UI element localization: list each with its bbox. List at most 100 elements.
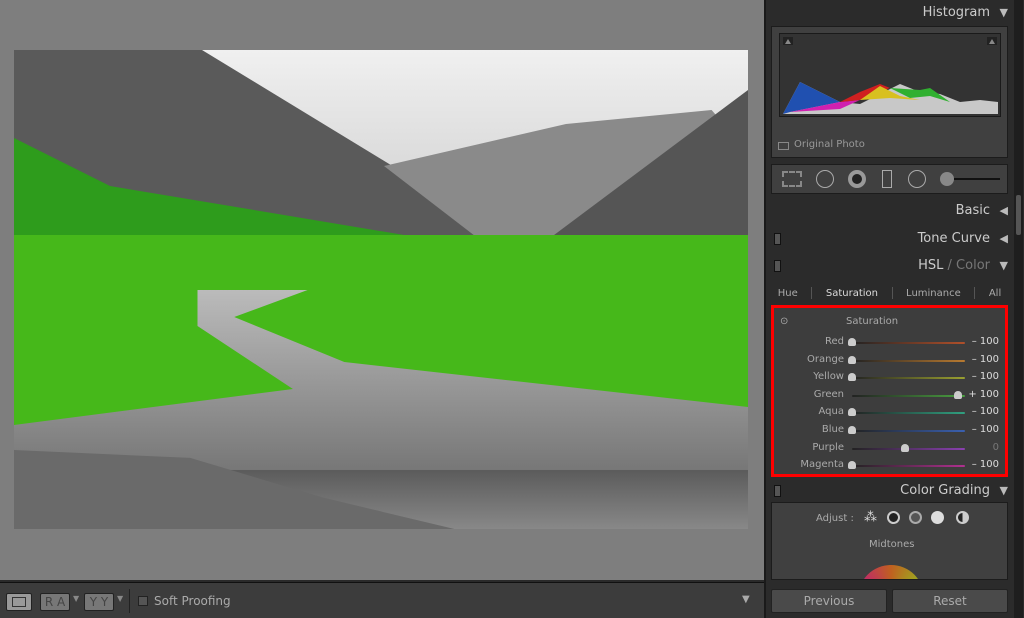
saturation-slider-yellow[interactable]: Yellow – 100 (774, 370, 1005, 386)
histogram-chart (779, 33, 1001, 117)
slider-value[interactable]: – 100 (972, 354, 999, 365)
slider-value[interactable]: 0 (993, 442, 999, 453)
brush-icon[interactable] (940, 172, 954, 186)
target-adjust-icon[interactable]: ⊙ (780, 316, 788, 327)
tab-all[interactable]: All (989, 288, 1001, 299)
tone-curve-panel-header[interactable]: Tone Curve ◀ (770, 228, 1012, 250)
photo (14, 50, 748, 529)
slider-track[interactable] (852, 377, 965, 380)
original-photo-label: Original Photo (794, 139, 865, 150)
radial-filter-icon[interactable] (908, 170, 926, 188)
bottom-toolbar: R A ▼ Y Y ▼ Soft Proofing ▼ (0, 582, 764, 618)
collapse-icon: ▼ (999, 259, 1008, 272)
midtones-label: Midtones (869, 539, 915, 550)
before-after-yy-button[interactable]: Y Y (84, 593, 114, 611)
slider-track[interactable] (852, 430, 965, 432)
crop-icon[interactable] (782, 171, 802, 187)
histogram-header[interactable]: Histogram ▼ (770, 2, 1012, 24)
histogram-title: Histogram (922, 5, 990, 20)
previous-button[interactable]: Previous (771, 589, 887, 613)
saturation-title: Saturation (846, 316, 899, 327)
tab-hue[interactable]: Hue (778, 288, 798, 299)
toolbar-menu-icon[interactable]: ▼ (742, 594, 750, 605)
slider-label: Yellow (813, 371, 844, 383)
panel-toggle-switch[interactable] (774, 485, 781, 497)
collapse-icon: ▼ (999, 6, 1008, 19)
saturation-slider-magenta[interactable]: Magenta – 100 (774, 458, 1005, 474)
slider-label: Purple (812, 441, 844, 453)
soft-proofing-checkbox[interactable] (138, 596, 148, 606)
slider-label: Aqua (818, 406, 844, 418)
slider-value[interactable]: + 100 (968, 389, 999, 400)
graduated-filter-icon[interactable] (882, 170, 892, 188)
color-wheel[interactable] (858, 565, 924, 579)
slider-track[interactable] (852, 359, 965, 362)
reset-button[interactable]: Reset (892, 589, 1008, 613)
slider-handle[interactable] (848, 408, 856, 417)
soft-proofing-label: Soft Proofing (154, 594, 231, 608)
slider-label: Orange (807, 353, 844, 365)
slider-handle[interactable] (848, 426, 856, 434)
saturation-slider-purple[interactable]: Purple 0 (774, 441, 1005, 457)
basic-title: Basic (955, 203, 990, 218)
slider-value[interactable]: – 100 (972, 459, 999, 470)
before-after-button[interactable]: R A (40, 593, 70, 611)
three-way-icon[interactable]: ⁂ (864, 510, 877, 525)
chevron-down-icon[interactable]: ▼ (73, 594, 79, 603)
loupe-view-button[interactable] (6, 593, 32, 611)
slider-label: Magenta (800, 459, 844, 471)
shadows-icon[interactable] (887, 511, 900, 524)
image-canvas (0, 0, 764, 580)
tone-curve-title: Tone Curve (917, 231, 990, 246)
basic-panel-header[interactable]: Basic ◀ (770, 200, 1012, 222)
hsl-title: HSL (918, 258, 944, 273)
tab-saturation[interactable]: Saturation (826, 288, 878, 299)
color-title[interactable]: Color (956, 258, 990, 273)
spot-removal-icon[interactable] (816, 170, 834, 188)
hsl-panel-header[interactable]: HSL / Color ▼ (770, 255, 1012, 277)
slider-value[interactable]: – 100 (972, 406, 999, 417)
slider-handle[interactable] (848, 355, 856, 364)
midtones-icon[interactable] (909, 511, 922, 524)
slider-handle[interactable] (848, 338, 856, 346)
saturation-section: ⊙ Saturation Red – 100 Orange – 100 Yellow… (771, 305, 1008, 477)
color-grading-panel-header[interactable]: Color Grading ▼ (770, 480, 1012, 502)
brush-size-slider[interactable] (954, 178, 1000, 180)
saturation-slider-blue[interactable]: Blue – 100 (774, 423, 1005, 439)
slider-track[interactable] (852, 465, 965, 468)
red-eye-icon[interactable] (848, 170, 866, 188)
color-grading-box: Adjust : ⁂ Midtones (771, 502, 1008, 580)
slider-value[interactable]: – 100 (972, 371, 999, 382)
slider-handle[interactable] (848, 461, 856, 470)
saturation-slider-orange[interactable]: Orange – 100 (774, 353, 1005, 369)
develop-panel: Histogram ▼ Original Photo Basic ◀ Tone Cu… (764, 0, 1024, 618)
histogram-box: Original Photo (771, 26, 1008, 158)
saturation-slider-green[interactable]: Green + 100 (774, 388, 1005, 404)
slider-track[interactable] (852, 394, 965, 397)
global-icon[interactable] (956, 511, 969, 524)
panel-scrollbar[interactable] (1014, 0, 1023, 618)
original-photo-checkbox[interactable] (778, 142, 789, 150)
adjust-label: Adjust : (816, 513, 854, 524)
saturation-slider-red[interactable]: Red – 100 (774, 335, 1005, 351)
chevron-down-icon[interactable]: ▼ (117, 594, 123, 603)
panel-toggle-switch[interactable] (774, 260, 781, 272)
collapse-icon: ▼ (999, 484, 1008, 497)
hsl-tabs: Hue Saturation Luminance All (771, 282, 1008, 304)
slider-handle[interactable] (901, 443, 909, 452)
slider-value[interactable]: – 100 (972, 336, 999, 347)
saturation-slider-aqua[interactable]: Aqua – 100 (774, 405, 1005, 421)
slider-label: Blue (821, 424, 844, 435)
tab-luminance[interactable]: Luminance (906, 288, 961, 299)
slider-label: Green (813, 388, 844, 400)
slider-track[interactable] (852, 412, 965, 415)
slider-value[interactable]: – 100 (972, 424, 999, 435)
slider-handle[interactable] (954, 390, 962, 399)
slider-track[interactable] (852, 342, 965, 344)
separator: / (943, 258, 957, 273)
slider-label: Red (825, 336, 844, 347)
highlights-icon[interactable] (931, 511, 944, 524)
color-grading-title: Color Grading (900, 483, 990, 498)
panel-toggle-switch[interactable] (774, 233, 781, 245)
slider-handle[interactable] (848, 373, 856, 382)
